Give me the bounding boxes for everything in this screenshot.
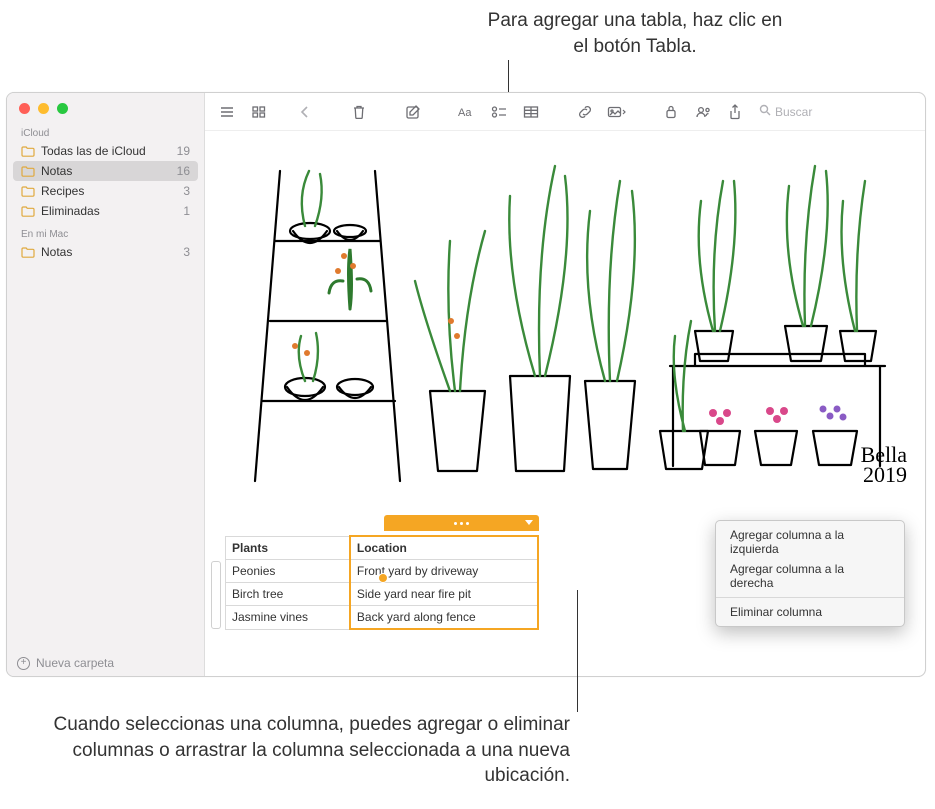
sidebar-folder-recipes[interactable]: Recipes 3 [7,181,204,201]
plus-circle-icon: + [17,657,30,670]
folder-icon [21,146,35,157]
table-cell[interactable]: Jasmine vines [226,606,350,630]
maximize-icon[interactable] [57,103,68,114]
table-cell[interactable]: Side yard near fire pit [350,583,538,606]
sidebar-folder-notas[interactable]: Notas 16 [13,161,198,181]
folder-count: 16 [177,164,190,178]
folder-label: Recipes [41,184,177,198]
callout-top: Para agregar una tabla, haz clic en el b… [480,8,790,59]
callout-top-pointer [508,60,509,94]
folder-label: Eliminadas [41,204,177,218]
note-table[interactable]: Plants Location Peonies Front yard by dr… [225,535,545,630]
context-menu: Agregar columna a la izquierda Agregar c… [715,520,905,627]
table-column-grip[interactable] [378,573,388,583]
ctx-add-column-right[interactable]: Agregar columna a la derecha [716,559,904,593]
callout-bottom-pointer [577,590,578,712]
sidebar-section-label: En mi Mac [7,221,204,242]
minimize-icon[interactable] [38,103,49,114]
table-cell[interactable]: Birch tree [226,583,350,606]
lock-button[interactable] [657,100,685,124]
link-button[interactable] [571,100,599,124]
table-row-handle[interactable] [211,561,221,629]
ctx-add-column-left[interactable]: Agregar columna a la izquierda [716,525,904,559]
search-placeholder: Buscar [775,105,812,119]
list-view-button[interactable] [213,100,241,124]
new-folder-button[interactable]: + Nueva carpeta [7,650,204,676]
window-controls [7,93,204,120]
main-area: Aa [205,93,925,676]
folder-label: Notas [41,164,171,178]
folder-count: 19 [177,144,190,158]
sidebar-folder-all-icloud[interactable]: Todas las de iCloud 19 [7,141,204,161]
folder-icon [21,166,35,177]
table-row: Birch tree Side yard near fire pit [226,583,539,606]
grid-view-button[interactable] [245,100,273,124]
callout-bottom: Cuando seleccionas una columna, puedes a… [40,712,570,789]
table-column-handle[interactable] [384,515,539,531]
collaborate-button[interactable] [689,100,717,124]
sidebar-section-label: iCloud [7,120,204,141]
table-header[interactable]: Location [350,536,538,560]
share-button[interactable] [721,100,749,124]
table-row: Jasmine vines Back yard along fence [226,606,539,630]
folder-label: Todas las de iCloud [41,144,171,158]
table-cell[interactable]: Peonies [226,560,350,583]
context-menu-separator [716,597,904,598]
folder-icon [21,247,35,258]
table-button[interactable] [517,100,545,124]
table-row: Plants Location [226,536,539,560]
delete-button[interactable] [345,100,373,124]
sidebar-folder-local-notas[interactable]: Notas 3 [7,242,204,262]
checklist-button[interactable] [485,100,513,124]
folder-count: 3 [183,245,190,259]
search-icon [759,104,771,119]
new-folder-label: Nueva carpeta [36,656,114,670]
svg-text:Aa: Aa [458,107,472,119]
sidebar: iCloud Todas las de iCloud 19 Notas 16 R… [7,93,205,676]
search-field[interactable]: Buscar [753,104,917,119]
sidebar-folder-deleted[interactable]: Eliminadas 1 [7,201,204,221]
media-button[interactable] [603,100,631,124]
table-header[interactable]: Plants [226,536,350,560]
note-drawing: Bella2019 [225,131,905,491]
back-button[interactable] [291,100,319,124]
toolbar: Aa [205,93,925,131]
signature: Bella2019 [861,445,907,485]
folder-icon [21,206,35,217]
app-window: iCloud Todas las de iCloud 19 Notas 16 R… [6,92,926,677]
folder-count: 1 [183,204,190,218]
folder-count: 3 [183,184,190,198]
folder-label: Notas [41,245,177,259]
folder-icon [21,186,35,197]
close-icon[interactable] [19,103,30,114]
format-button[interactable]: Aa [453,100,481,124]
new-note-button[interactable] [399,100,427,124]
ctx-delete-column[interactable]: Eliminar columna [716,602,904,622]
table-cell[interactable]: Back yard along fence [350,606,538,630]
